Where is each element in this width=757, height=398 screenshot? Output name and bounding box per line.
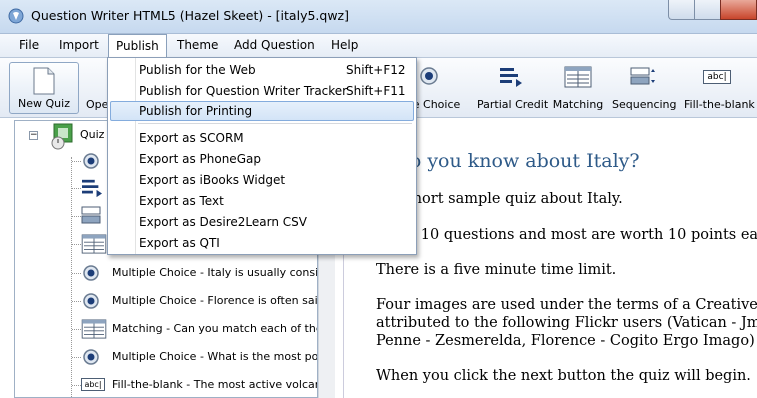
tree-row-label: Multiple Choice - What is the most popul… <box>112 350 318 363</box>
matching-button[interactable]: Matching <box>552 62 604 114</box>
menu-help[interactable]: Help <box>331 38 358 52</box>
tree-row[interactable]: abc| Fill-the-blank - The most active vo… <box>15 373 317 397</box>
minimize-button[interactable] <box>668 0 695 20</box>
partial-credit-icon <box>500 68 522 87</box>
app-icon <box>8 8 24 24</box>
new-quiz-button[interactable]: New Quiz <box>9 62 79 114</box>
close-button[interactable] <box>720 0 757 20</box>
fill-the-blank-button[interactable]: abc| Fill-the-blank <box>684 62 755 114</box>
preview-paragraph: There is a five minute time limit. <box>376 262 617 278</box>
fill-the-blank-label: Fill-the-blank <box>684 98 755 111</box>
multiple-choice-icon <box>420 67 438 85</box>
open-button[interactable]: Ope <box>86 62 108 114</box>
fill-blank-icon: abc| <box>81 378 105 391</box>
quiz-icon <box>51 123 73 150</box>
preview-paragraph: are 10 questions and most are worth 10 p… <box>392 227 757 243</box>
window-title: Question Writer HTML5 (Hazel Skeet) - [i… <box>31 8 349 23</box>
menu-item-label: Export as Desire2Learn CSV <box>139 215 307 229</box>
tree-row-label: Fill-the-blank - The most active volcano… <box>112 378 317 391</box>
menu-item-label: Export as Text <box>139 194 224 208</box>
menu-item-label: Export as iBooks Widget <box>139 173 286 187</box>
matching-icon <box>81 319 107 339</box>
menu-item-export-ibooks[interactable]: Export as iBooks Widget <box>110 170 414 190</box>
preview-heading: t do you know about Italy? <box>384 150 640 172</box>
tree-row[interactable]: Multiple Choice - Florence is often said… <box>15 289 318 313</box>
menu-item-publish-web[interactable]: Publish for the Web Shift+F12 <box>110 60 414 80</box>
title-bar: Question Writer HTML5 (Hazel Skeet) - [i… <box>0 0 757 34</box>
matching-icon <box>564 66 592 88</box>
menu-item-label: Publish for Printing <box>139 104 253 118</box>
menu-file[interactable]: File <box>19 38 39 52</box>
preview-paragraph: Four images are used under the terms of … <box>376 297 757 313</box>
menu-item-shortcut: Shift+F11 <box>346 84 406 98</box>
collapse-icon[interactable]: − <box>29 131 38 140</box>
menu-item-label: Publish for Question Writer Tracker <box>139 84 348 98</box>
multiple-choice-icon <box>83 153 99 169</box>
menu-item-label: Export as PhoneGap <box>139 152 261 166</box>
partial-credit-label: Partial Credit <box>477 98 549 111</box>
sequencing-icon <box>81 206 101 224</box>
preview-paragraph: Penne - Zesmerelda, Florence - Cogito Er… <box>376 333 755 349</box>
tree-row-label: Multiple Choice - Florence is often said… <box>112 294 318 307</box>
menu-item-publish-tracker[interactable]: Publish for Question Writer Tracker Shif… <box>110 81 414 101</box>
preview-paragraph: a short sample quiz about Italy. <box>392 191 623 207</box>
menu-import[interactable]: Import <box>59 38 99 52</box>
preview-paragraph: attributed to the following Flickr users… <box>376 315 757 331</box>
matching-icon <box>81 234 107 254</box>
tree-row-label: Matching - Can you match each of these c… <box>112 322 317 335</box>
menu-publish[interactable]: Publish <box>108 34 167 58</box>
menu-theme[interactable]: Theme <box>177 38 218 52</box>
menu-item-publish-printing[interactable]: Publish for Printing <box>110 101 414 121</box>
tree-row[interactable]: Multiple Choice - Italy is usually consi… <box>15 261 318 285</box>
publish-menu: Publish for the Web Shift+F12 Publish fo… <box>107 57 417 255</box>
fill-blank-icon: abc| <box>703 70 731 84</box>
tree-row-label: Multiple Choice - Italy is usually consi… <box>112 266 318 279</box>
menu-item-shortcut: Shift+F12 <box>346 63 406 77</box>
tree-row[interactable]: Multiple Choice - What is the most popul… <box>15 345 318 369</box>
maximize-button[interactable] <box>694 0 721 20</box>
sequencing-label: Sequencing <box>612 98 677 111</box>
preview-paragraph: When you click the next button the quiz … <box>376 368 751 384</box>
new-quiz-label: New Quiz <box>18 97 70 110</box>
multiple-choice-icon <box>83 293 99 309</box>
menu-item-label: Export as QTI <box>139 236 220 250</box>
sequencing-icon <box>630 67 655 85</box>
multiple-choice-icon <box>83 349 99 365</box>
sequencing-button[interactable]: Sequencing <box>612 62 677 114</box>
menu-item-export-scorm[interactable]: Export as SCORM <box>110 128 414 148</box>
open-label: Ope <box>86 98 109 111</box>
menu-item-label: Export as SCORM <box>139 131 244 145</box>
matching-label: Matching <box>552 98 604 111</box>
menu-item-export-text[interactable]: Export as Text <box>110 191 414 211</box>
new-document-icon <box>33 67 55 95</box>
menu-item-export-d2l-csv[interactable]: Export as Desire2Learn CSV <box>110 212 414 232</box>
partial-credit-icon <box>82 179 102 198</box>
menu-item-export-phonegap[interactable]: Export as PhoneGap <box>110 149 414 169</box>
menu-item-export-qti[interactable]: Export as QTI <box>110 233 414 253</box>
partial-credit-button[interactable]: Partial Credit <box>477 62 549 114</box>
tree-row[interactable]: Matching - Can you match each of these c… <box>15 317 317 341</box>
menu-bar: File Import Publish Theme Add Question H… <box>0 34 757 58</box>
menu-separator <box>138 123 412 124</box>
menu-item-label: Publish for the Web <box>139 63 256 77</box>
multiple-choice-icon <box>83 265 99 281</box>
menu-add-question[interactable]: Add Question <box>234 38 315 52</box>
